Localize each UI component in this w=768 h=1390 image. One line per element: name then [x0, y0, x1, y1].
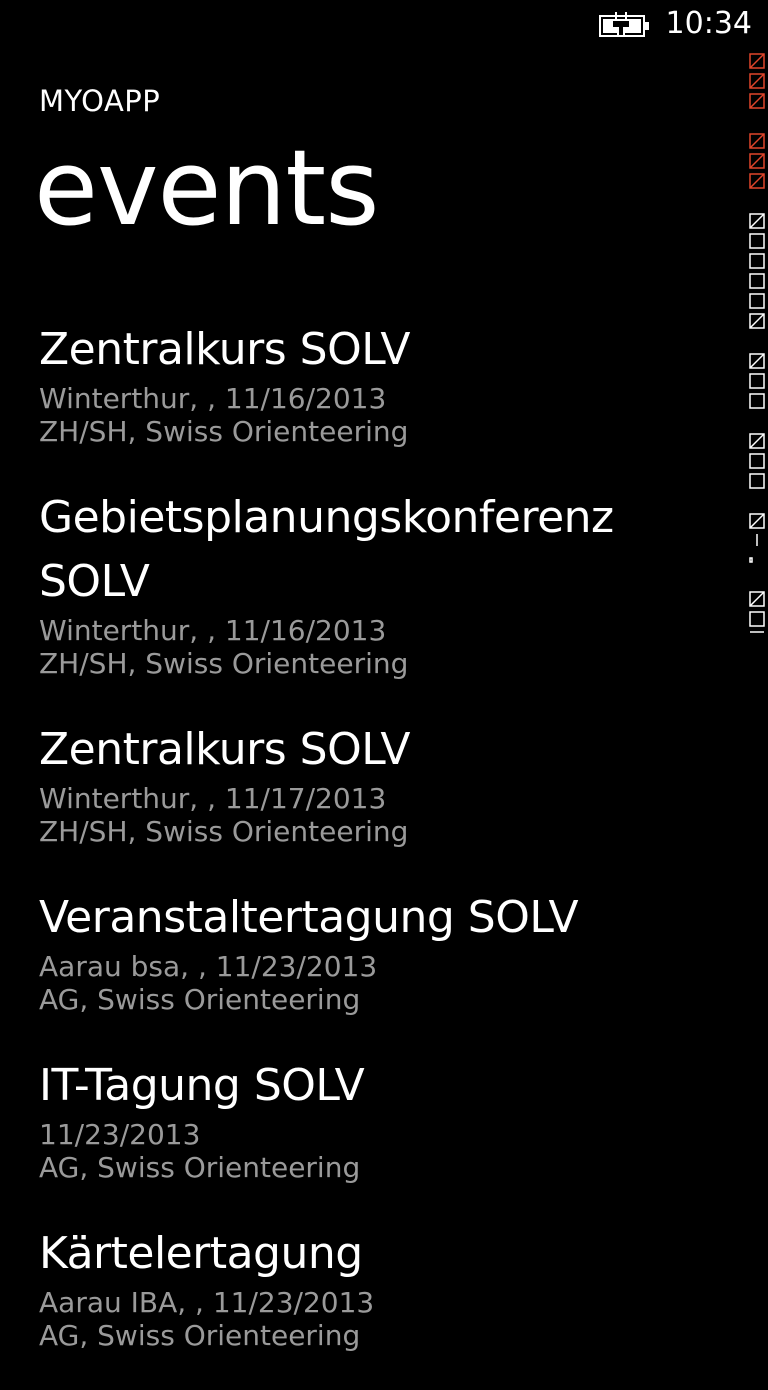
event-title: Kärtelertagung: [39, 1228, 363, 1279]
event-list-item[interactable]: Zentralkurs SOLV Winterthur, , 11/16/201…: [39, 318, 729, 448]
event-location-date: Winterthur, , 11/17/2013: [39, 782, 387, 815]
event-organizer: AG, Swiss Orienteering: [39, 1151, 361, 1184]
event-organizer: ZH/SH, Swiss Orienteering: [39, 815, 409, 848]
event-list: Zentralkurs SOLV Winterthur, , 11/16/201…: [39, 318, 729, 1390]
event-organizer: ZH/SH, Swiss Orienteering: [39, 647, 409, 680]
event-organizer: ZH/SH, Swiss Orienteering: [39, 415, 409, 448]
event-list-item[interactable]: Kärtelertagung Aarau IBA, , 11/23/2013 A…: [39, 1222, 729, 1352]
event-location-date: Winterthur, , 11/16/2013: [39, 382, 387, 415]
event-organizer: AG, Swiss Orienteering: [39, 1319, 361, 1352]
frame-rate-counters: [749, 53, 765, 633]
event-title: Zentralkurs SOLV: [39, 724, 410, 775]
event-organizer: AG, Swiss Orienteering: [39, 983, 361, 1016]
clock: 10:34: [665, 6, 752, 41]
event-list-item[interactable]: IT-Tagung SOLV 11/23/2013 AG, Swiss Orie…: [39, 1054, 729, 1184]
event-list-item[interactable]: Zentralkurs SOLV Winterthur, , 11/17/201…: [39, 718, 729, 848]
app-title: MYOAPP: [39, 84, 161, 118]
battery-charging-icon: [599, 12, 649, 37]
event-location-date: Winterthur, , 11/16/2013: [39, 614, 387, 647]
status-bar: 10:34: [0, 0, 768, 50]
event-title: Gebietsplanungskonferenz SOLV: [39, 492, 614, 607]
event-location-date: 11/23/2013: [39, 1118, 201, 1151]
event-title: IT-Tagung SOLV: [39, 1060, 365, 1111]
event-title: Veranstaltertagung SOLV: [39, 892, 579, 943]
page-title: events: [34, 127, 379, 249]
event-list-item[interactable]: Veranstaltertagung SOLV Aarau bsa, , 11/…: [39, 886, 729, 1016]
event-list-item[interactable]: Gebietsplanungskonferenz SOLV Winterthur…: [39, 486, 729, 680]
event-location-date: Aarau bsa, , 11/23/2013: [39, 950, 378, 983]
event-location-date: Aarau IBA, , 11/23/2013: [39, 1286, 375, 1319]
event-title: Zentralkurs SOLV: [39, 324, 410, 375]
